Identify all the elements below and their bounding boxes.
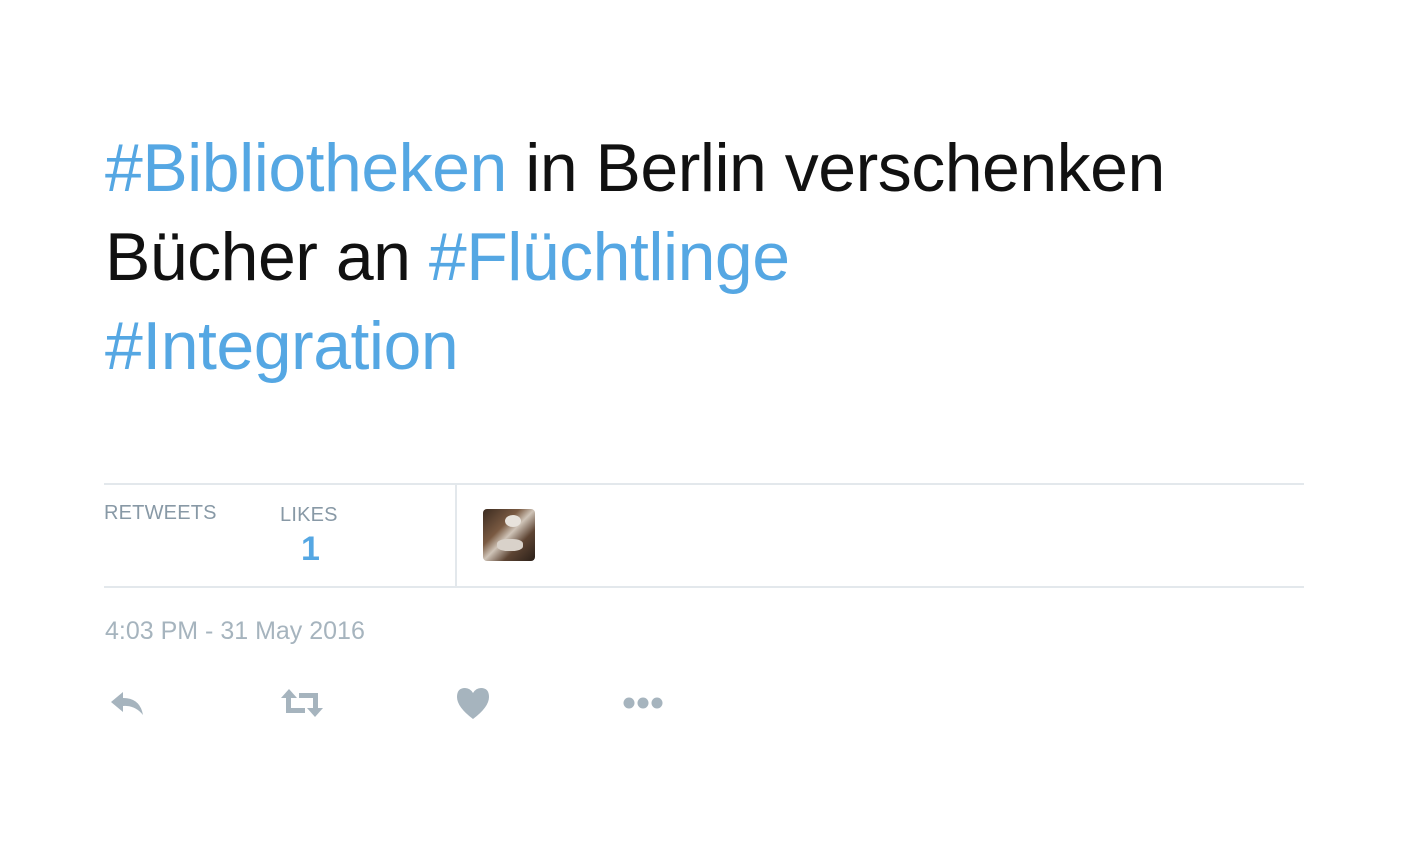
retweets-label: RETWEETS <box>104 502 217 524</box>
tweet-stats-bar: RETWEETS LIKES 1 <box>104 483 1304 588</box>
liker-avatar[interactable] <box>483 509 535 561</box>
tweet-line-2: Bücher an #Flüchtlinge <box>105 213 1305 302</box>
more-button[interactable] <box>622 683 666 723</box>
avatar-detail <box>505 515 521 527</box>
like-button[interactable] <box>455 683 491 723</box>
hashtag-link[interactable]: #Bibliotheken <box>105 130 507 206</box>
retweet-button[interactable] <box>279 683 325 723</box>
reply-button[interactable] <box>109 683 147 723</box>
likes-label: LIKES <box>280 504 338 526</box>
tweet-text: #Bibliotheken in Berlin verschenken Büch… <box>105 124 1305 391</box>
stats-divider <box>455 485 457 586</box>
tweet-text-segment: in Berlin verschenken <box>506 130 1165 206</box>
tweet-line-1: #Bibliotheken in Berlin verschenken <box>105 124 1305 213</box>
hashtag-link[interactable]: #Integration <box>105 308 459 384</box>
retweet-icon <box>281 689 323 717</box>
tweet-timestamp[interactable]: 4:03 PM - 31 May 2016 <box>105 617 365 646</box>
avatar-detail <box>497 539 523 551</box>
likes-count: 1 <box>301 530 320 568</box>
more-dots-icon <box>623 697 663 709</box>
reply-icon <box>111 692 143 715</box>
tweet-text-segment: Bücher an <box>105 219 429 295</box>
hashtag-link[interactable]: #Flüchtlinge <box>429 219 790 295</box>
tweet-line-3: #Integration <box>105 302 1305 391</box>
heart-icon <box>457 688 489 719</box>
